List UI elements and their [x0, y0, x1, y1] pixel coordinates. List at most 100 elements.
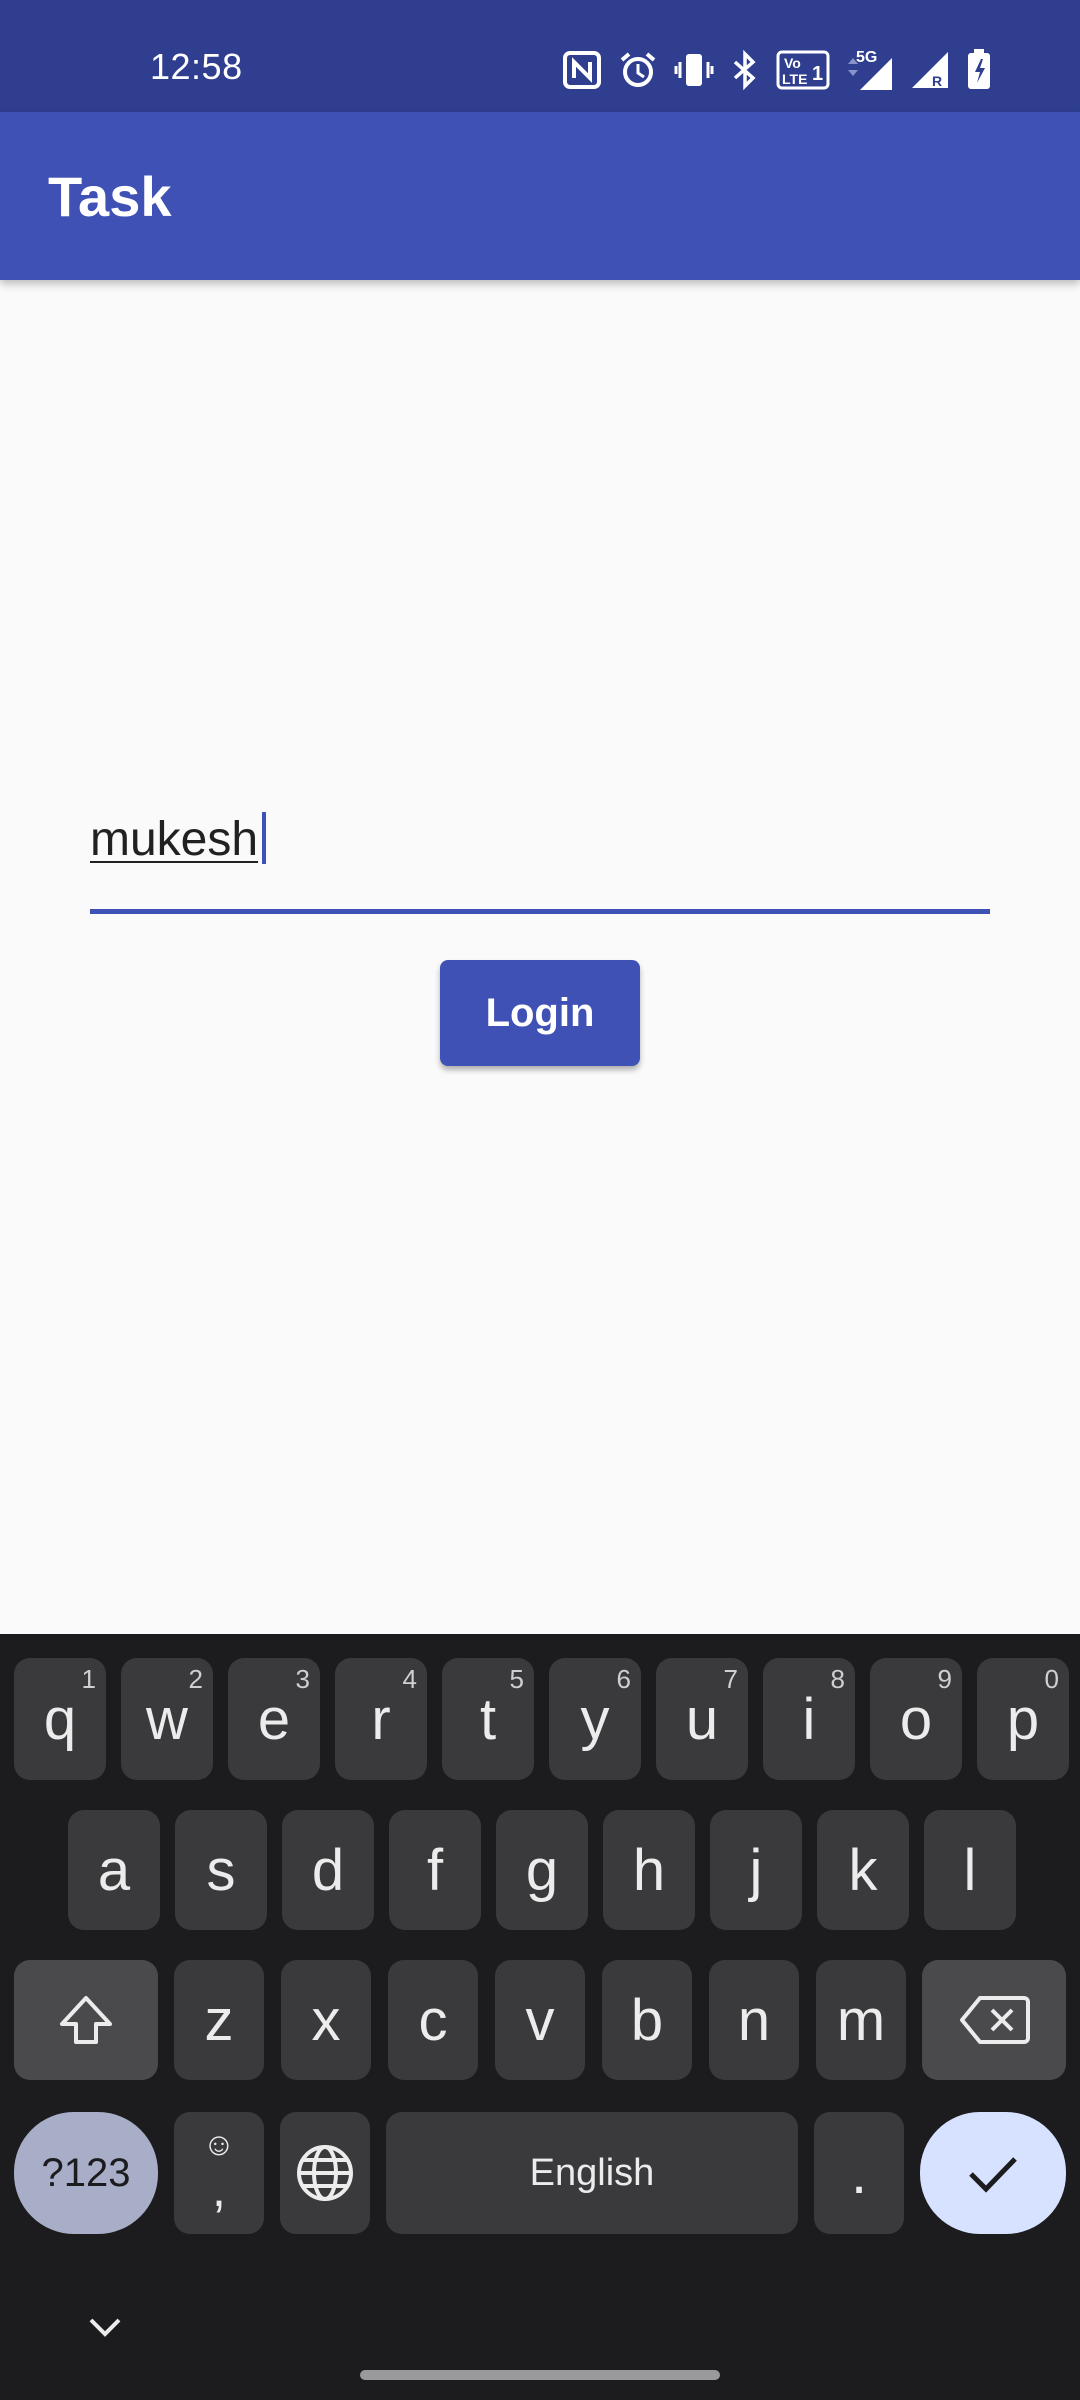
- key-z[interactable]: z: [174, 1960, 264, 2080]
- comma-emoji-key[interactable]: ☺ ,: [174, 2112, 264, 2234]
- key-label: y: [580, 1686, 610, 1752]
- gesture-bar[interactable]: [360, 2370, 720, 2380]
- svg-text:Vo: Vo: [784, 55, 801, 71]
- key-t[interactable]: t5: [442, 1658, 534, 1780]
- key-s[interactable]: s: [175, 1810, 267, 1930]
- signal-roaming-icon: R: [912, 52, 948, 89]
- key-label: r: [371, 1686, 391, 1752]
- key-g[interactable]: g: [496, 1810, 588, 1930]
- key-label: v: [525, 1987, 555, 2053]
- key-y[interactable]: y6: [549, 1658, 641, 1780]
- shift-key[interactable]: [14, 1960, 158, 2080]
- key-label: i: [802, 1686, 816, 1752]
- key-label: d: [311, 1837, 345, 1903]
- key-label: u: [685, 1686, 719, 1752]
- svg-text:5G: 5G: [856, 49, 877, 66]
- key-hint: 8: [830, 1664, 845, 1694]
- username-input-value: mukesh: [90, 813, 259, 866]
- key-c[interactable]: c: [388, 1960, 478, 2080]
- key-label: x: [311, 1987, 341, 2053]
- key-label: q: [43, 1686, 77, 1752]
- enter-key[interactable]: [920, 2112, 1066, 2234]
- symbols-key[interactable]: ?123: [14, 2112, 158, 2234]
- status-icons: Vo LTE 1 5G R: [562, 44, 992, 96]
- key-n[interactable]: n: [709, 1960, 799, 2080]
- key-label: j: [749, 1837, 763, 1903]
- key-label: k: [848, 1837, 878, 1903]
- keyboard: q1w2e3r4t5y6u7i8o9p0 asdfghjkl zxcvbnm ?…: [0, 1634, 1080, 2400]
- key-label: z: [204, 1987, 234, 2053]
- username-input[interactable]: mukesh: [90, 800, 990, 914]
- key-hint: 6: [616, 1664, 631, 1694]
- emoji-icon: ☺: [202, 2126, 236, 2162]
- key-f[interactable]: f: [389, 1810, 481, 1930]
- vibrate-icon: [674, 54, 714, 86]
- key-label: m: [836, 1987, 886, 2053]
- key-label: l: [963, 1837, 977, 1903]
- key-q[interactable]: q1: [14, 1658, 106, 1780]
- key-e[interactable]: e3: [228, 1658, 320, 1780]
- comma-label: ,: [212, 2161, 226, 2217]
- login-button[interactable]: Login: [440, 960, 640, 1066]
- key-hint: 2: [188, 1664, 203, 1694]
- volte-icon: VoLTE 1: [776, 50, 830, 90]
- key-label: n: [737, 1987, 771, 2053]
- backspace-icon: [960, 1996, 1030, 2044]
- 5g-icon: 5G: [848, 49, 892, 90]
- bluetooth-icon: [733, 50, 756, 90]
- key-label: h: [632, 1837, 666, 1903]
- key-hint: 7: [723, 1664, 738, 1694]
- period-key[interactable]: .: [814, 2112, 904, 2234]
- battery-icon: [968, 49, 990, 89]
- hide-keyboard-icon[interactable]: [88, 2316, 122, 2338]
- key-label: p: [1006, 1686, 1040, 1752]
- key-hint: 4: [402, 1664, 417, 1694]
- key-label: g: [525, 1837, 559, 1903]
- key-label: t: [479, 1686, 497, 1752]
- svg-text:1: 1: [812, 63, 823, 85]
- key-p[interactable]: p0: [977, 1658, 1069, 1780]
- key-v[interactable]: v: [495, 1960, 585, 2080]
- globe-icon: [297, 2145, 353, 2201]
- key-label: w: [146, 1686, 188, 1752]
- app-title: Task: [48, 165, 172, 228]
- key-label: o: [899, 1686, 933, 1752]
- nfc-icon: [563, 51, 601, 89]
- key-h[interactable]: h: [603, 1810, 695, 1930]
- key-x[interactable]: x: [281, 1960, 371, 2080]
- language-key[interactable]: [280, 2112, 370, 2234]
- key-b[interactable]: b: [602, 1960, 692, 2080]
- key-hint: 5: [509, 1664, 524, 1694]
- checkmark-icon: [969, 2157, 1017, 2193]
- key-o[interactable]: o9: [870, 1658, 962, 1780]
- key-w[interactable]: w2: [121, 1658, 213, 1780]
- text-caret: [262, 812, 266, 864]
- key-hint: 9: [937, 1664, 952, 1694]
- key-a[interactable]: a: [68, 1810, 160, 1930]
- svg-text:R: R: [932, 73, 942, 89]
- key-d[interactable]: d: [282, 1810, 374, 1930]
- shift-icon: [60, 1996, 112, 2044]
- status-time: 12:58: [150, 46, 243, 87]
- key-hint: 1: [81, 1664, 96, 1694]
- key-label: f: [426, 1837, 444, 1903]
- space-key[interactable]: English: [386, 2112, 798, 2234]
- key-l[interactable]: l: [924, 1810, 1016, 1930]
- key-k[interactable]: k: [817, 1810, 909, 1930]
- key-hint: 3: [295, 1664, 310, 1694]
- key-u[interactable]: u7: [656, 1658, 748, 1780]
- status-bar: 12:58 Vo LTE 1 5G R: [0, 0, 1080, 112]
- key-label: s: [206, 1837, 236, 1903]
- key-i[interactable]: i8: [763, 1658, 855, 1780]
- key-label: c: [418, 1987, 448, 2053]
- key-r[interactable]: r4: [335, 1658, 427, 1780]
- key-hint: 0: [1044, 1664, 1059, 1694]
- input-underline: [90, 909, 990, 914]
- svg-text:LTE: LTE: [782, 71, 807, 87]
- app-bar: Task: [0, 112, 1080, 280]
- key-m[interactable]: m: [816, 1960, 906, 2080]
- key-j[interactable]: j: [710, 1810, 802, 1930]
- key-label: a: [97, 1837, 131, 1903]
- backspace-key[interactable]: [922, 1960, 1066, 2080]
- key-label: e: [257, 1686, 291, 1752]
